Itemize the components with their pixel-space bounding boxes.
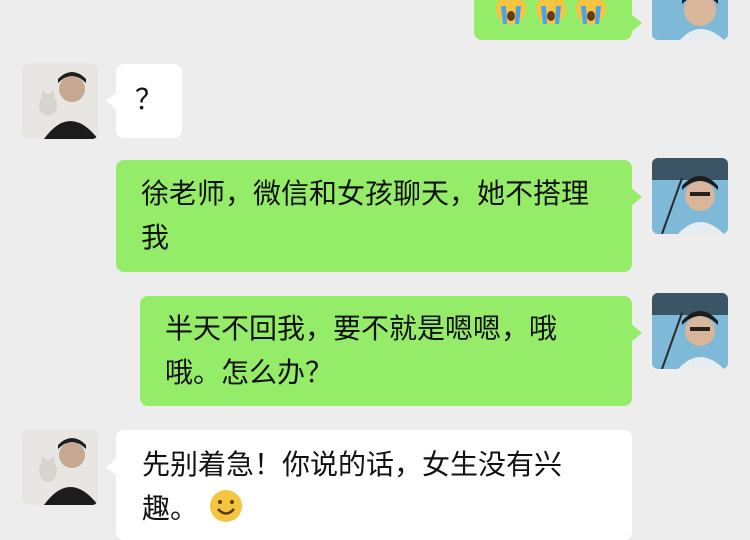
my-avatar[interactable]	[652, 293, 728, 369]
my-message-bubble[interactable]: 半天不回我，要不就是嗯嗯，哦哦。怎么办？	[140, 296, 642, 406]
smile-face-icon	[210, 490, 242, 522]
contact-avatar[interactable]	[22, 429, 98, 505]
crying-face-icon	[536, 0, 566, 24]
their-message-bubble[interactable]: ？	[106, 64, 182, 138]
their-message-bubble[interactable]: 先别着急！你说的话，女生没有兴趣。	[106, 430, 632, 540]
message-text: 半天不回我，要不就是嗯嗯，哦哦。怎么办？	[165, 312, 558, 389]
emoji-strip	[494, 0, 614, 26]
message-text: 徐老师，微信和女孩聊天，她不搭理我	[141, 177, 590, 254]
crying-face-icon	[496, 0, 526, 24]
my-message-bubble[interactable]: 徐老师，微信和女孩聊天，她不搭理我	[116, 160, 642, 272]
my-avatar[interactable]	[652, 0, 728, 40]
contact-avatar[interactable]	[22, 63, 98, 139]
message-text: ？	[134, 83, 163, 116]
my-avatar[interactable]	[652, 158, 728, 234]
my-emoji-bubble[interactable]	[474, 0, 642, 40]
crying-face-icon	[576, 0, 606, 24]
